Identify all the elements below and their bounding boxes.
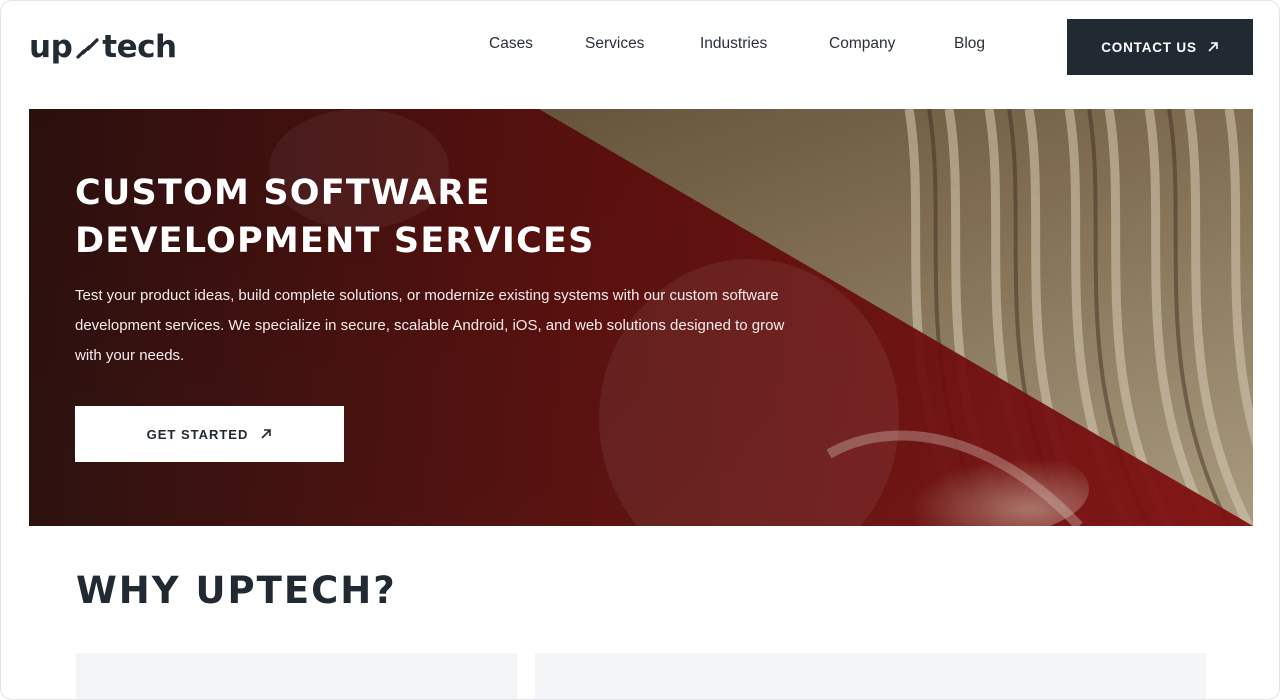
nav-industries[interactable]: Industries [700,35,767,53]
hero-banner: CUSTOM SOFTWARE DEVELOPMENT SERVICES Tes… [29,109,1253,526]
contact-us-label: CONTACT US [1101,39,1197,55]
site-header: up tech Cases Services Industries Compan… [1,1,1279,93]
hero-description: Test your product ideas, build complete … [75,287,785,364]
browser-page: up tech Cases Services Industries Compan… [0,0,1280,700]
hero-title-line-1: CUSTOM SOFTWARE [75,173,491,213]
get-started-label: GET STARTED [146,426,249,442]
hero-title-line-2: DEVELOPMENT SERVICES [75,221,595,261]
stat-card [535,653,1206,699]
nav-services[interactable]: Services [585,35,644,53]
get-started-button[interactable]: GET STARTED [75,406,344,462]
why-uptech-heading: WHY UPTECH? [76,569,397,612]
nav-company[interactable]: Company [829,35,895,53]
arrow-up-right-icon [261,429,272,439]
contact-us-button[interactable]: CONTACT US [1067,19,1253,75]
nav-cases[interactable]: Cases [489,35,533,53]
arrow-up-right-icon [1208,42,1218,52]
hero-title: CUSTOM SOFTWARE DEVELOPMENT SERVICES [75,169,775,265]
stat-card [76,653,517,699]
nav-blog[interactable]: Blog [954,35,985,53]
